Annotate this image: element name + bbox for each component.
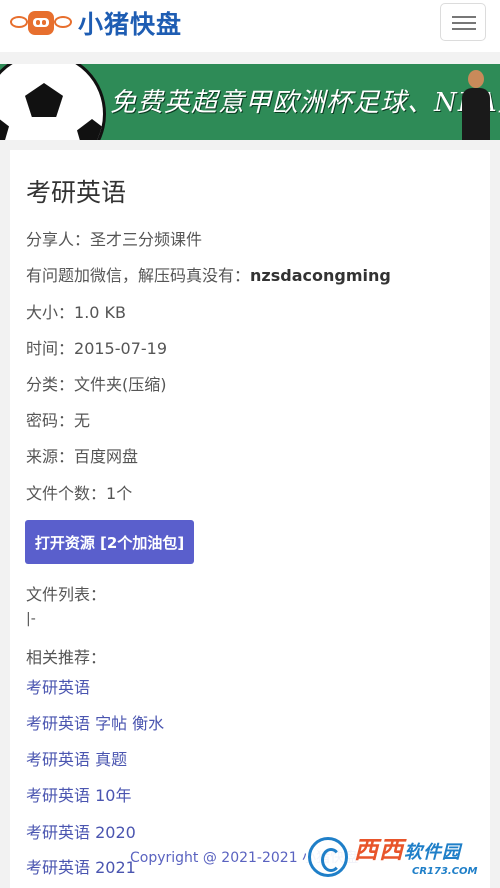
category-label: 分类：: [26, 375, 75, 394]
site-logo[interactable]: 小猪快盘: [8, 3, 182, 43]
category-row: 分类：文件夹(压缩): [26, 371, 167, 395]
related-link[interactable]: 考研英语 2020: [26, 819, 136, 843]
related-link[interactable]: 考研英语 2021: [26, 854, 136, 878]
password-row: 密码：无: [26, 407, 90, 431]
notice-value: nzsdacongming: [250, 266, 391, 285]
athlete-image: [452, 64, 500, 140]
size-label: 大小：: [26, 303, 75, 322]
category-value: 文件夹(压缩): [74, 375, 167, 394]
time-row: 时间：2015-07-19: [26, 335, 167, 359]
related-label: 相关推荐：: [26, 648, 107, 667]
sharer-value: 圣才三分频课件: [90, 230, 203, 249]
menu-button[interactable]: [440, 3, 486, 41]
watermark-suffix: 软件园: [404, 841, 461, 863]
watermark-main: 西西: [354, 835, 404, 864]
source-value: 百度网盘: [74, 447, 139, 466]
source-row: 来源：百度网盘: [26, 443, 138, 467]
open-resource-button[interactable]: 打开资源 [2个加油包]: [25, 520, 194, 564]
password-label: 密码：: [26, 411, 75, 430]
watermark-sub: CR173.COM: [412, 865, 478, 877]
top-navbar: 小猪快盘: [0, 0, 500, 52]
file-count-row: 文件个数：1个: [26, 480, 132, 504]
password-value: 无: [74, 411, 91, 430]
related-link[interactable]: 考研英语 10年: [26, 782, 131, 806]
source-label: 来源：: [26, 447, 75, 466]
watermark-c-icon: [308, 837, 348, 877]
sharer-label: 分享人：: [26, 230, 91, 249]
time-value: 2015-07-19: [74, 339, 167, 358]
file-list-item: |-: [26, 611, 36, 627]
notice-row: 有问题加微信，解压码真没有：nzsdacongming: [26, 262, 391, 286]
notice-label: 有问题加微信，解压码真没有：: [26, 266, 251, 285]
file-list-label: 文件列表：: [26, 585, 107, 604]
watermark-logo: 西西软件园 CR173.COM: [306, 834, 482, 880]
banner-text: 免费英超意甲欧洲杯足球、NBA篮球: [110, 88, 500, 118]
soccer-ball-icon: [0, 64, 106, 140]
logo-text: 小猪快盘: [78, 10, 183, 39]
ad-banner[interactable]: 免费英超意甲欧洲杯足球、NBA篮球: [0, 64, 500, 140]
related-link[interactable]: 考研英语 字帖 衡水: [26, 710, 164, 734]
pig-logo-icon: [8, 8, 74, 38]
file-count-value: 1个: [106, 484, 133, 503]
file-detail-card: 考研英语 分享人：圣才三分频课件 有问题加微信，解压码真没有：nzsdacong…: [10, 150, 490, 888]
related-link[interactable]: 考研英语 真题: [26, 746, 127, 770]
related-link[interactable]: 考研英语: [26, 674, 90, 698]
hamburger-menu-icon: [452, 16, 476, 18]
sharer-row: 分享人：圣才三分频课件: [26, 226, 202, 250]
time-label: 时间：: [26, 339, 75, 358]
file-count-label: 文件个数：: [26, 484, 107, 503]
page-title: 考研英语: [26, 178, 127, 207]
size-row: 大小：1.0 KB: [26, 299, 126, 323]
size-value: 1.0 KB: [74, 303, 127, 322]
